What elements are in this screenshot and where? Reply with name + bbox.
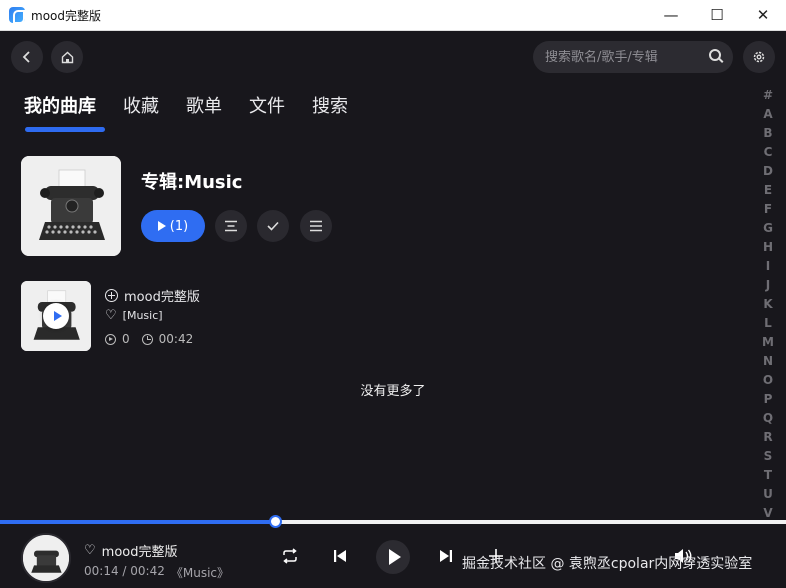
alpha-index-letter[interactable]: # [763,86,773,105]
song-title-row: mood完整版 [105,286,200,305]
song-album: [Music] [122,309,163,322]
alpha-index-letter[interactable]: D [763,162,773,181]
typewriter-cover-image [23,535,69,581]
align-center-icon [225,220,237,232]
gear-icon [753,51,765,63]
album-cover [21,156,121,256]
alpha-index-letter[interactable]: E [764,181,772,200]
progress-slider[interactable] [0,515,786,528]
minimize-button[interactable]: — [648,0,694,30]
tab-files[interactable]: 文件 [249,93,285,121]
check-icon [267,221,279,231]
song-play-count: 0 [122,332,130,346]
back-button[interactable] [11,41,43,73]
player-cover[interactable] [21,533,71,583]
library-tabs: 我的曲库 收藏 歌单 文件 搜索 [24,93,375,121]
heart-icon[interactable]: ♡ [105,309,117,322]
sort-button[interactable] [215,210,247,242]
now-playing-album: 《Music》 [170,566,230,580]
window-controls: — ☐ ✕ [648,0,786,30]
play-all-button[interactable]: (1) [141,210,205,242]
alpha-index-letter[interactable]: I [766,257,770,276]
tab-playlists[interactable]: 歌单 [186,93,222,121]
album-title: 专辑:Music [141,172,243,193]
alpha-index-letter[interactable]: N [763,352,773,371]
alpha-index-letter[interactable]: U [763,485,773,504]
repeat-icon [283,548,297,564]
alpha-index-letter[interactable]: M [762,333,774,352]
tab-favorites[interactable]: 收藏 [123,93,159,121]
tab-search[interactable]: 搜索 [312,93,348,121]
total-time: 00:42 [130,564,165,578]
alpha-index-letter[interactable]: B [763,124,772,143]
alpha-index-letter[interactable]: H [763,238,773,257]
alpha-index-letter[interactable]: J [766,276,770,295]
play-count-icon [105,333,116,345]
window-title: mood完整版 [31,8,101,23]
close-button[interactable]: ✕ [740,0,786,30]
skip-next-icon [440,550,452,562]
app-logo-icon [9,7,25,24]
play-pause-button[interactable] [376,540,410,574]
tab-my-library[interactable]: 我的曲库 [24,93,96,121]
alpha-index-letter[interactable]: K [763,295,772,314]
search-box[interactable] [533,41,733,73]
alpha-index-letter[interactable]: F [764,200,772,219]
alpha-index-letter[interactable]: S [764,447,773,466]
search-icon[interactable] [709,49,721,61]
song-cover[interactable] [21,281,91,351]
alpha-index-letter[interactable]: G [763,219,773,238]
chevron-left-icon [22,51,30,63]
alphabet-index: # A B C D E F G H I J K L M N O P Q R S … [760,86,776,523]
song-album-row: ♡ [Music] [105,309,163,322]
now-playing-meta: 00:14 / 00:42 《Music》 [84,564,230,580]
select-button[interactable] [257,210,289,242]
skip-previous-icon [334,550,346,562]
song-stats-row: 0 00:42 [105,332,193,346]
heart-icon[interactable]: ♡ [84,544,96,557]
alpha-index-letter[interactable]: T [764,466,772,485]
now-playing-title: mood完整版 [101,545,178,560]
settings-button[interactable] [743,41,775,73]
play-icon [157,221,166,231]
no-more-text: 没有更多了 [360,384,426,399]
now-playing-title-row: ♡ mood完整版 [84,541,177,560]
hamburger-menu-icon [310,220,322,232]
alpha-index-letter[interactable]: L [764,314,772,333]
search-input[interactable] [545,49,695,65]
home-button[interactable] [51,41,83,73]
next-button[interactable] [431,541,461,571]
progress-handle[interactable] [269,515,283,528]
watermark-text: 掘金技术社区 @ 袁煦丞cpolar内网穿透实验室 [462,556,753,572]
typewriter-cover-image [21,156,121,256]
song-duration: 00:42 [158,332,194,346]
play-all-count: (1) [169,218,189,234]
clock-icon [141,333,153,345]
song-title[interactable]: mood完整版 [124,286,200,305]
current-time: 00:14 [84,564,119,578]
alpha-index-letter[interactable]: A [763,105,772,124]
window-titlebar: mood完整版 — ☐ ✕ [0,0,786,31]
repeat-button[interactable] [275,541,305,571]
menu-button[interactable] [300,210,332,242]
previous-button[interactable] [325,541,355,571]
home-icon [61,51,73,63]
song-play-button[interactable] [43,303,69,329]
maximize-button[interactable]: ☐ [694,0,740,30]
progress-fill [0,520,276,524]
active-tab-indicator [25,127,105,132]
alpha-index-letter[interactable]: R [763,428,772,447]
alpha-index-letter[interactable]: Q [763,409,773,428]
alpha-index-letter[interactable]: C [764,143,773,162]
add-to-playlist-icon[interactable] [105,289,118,302]
